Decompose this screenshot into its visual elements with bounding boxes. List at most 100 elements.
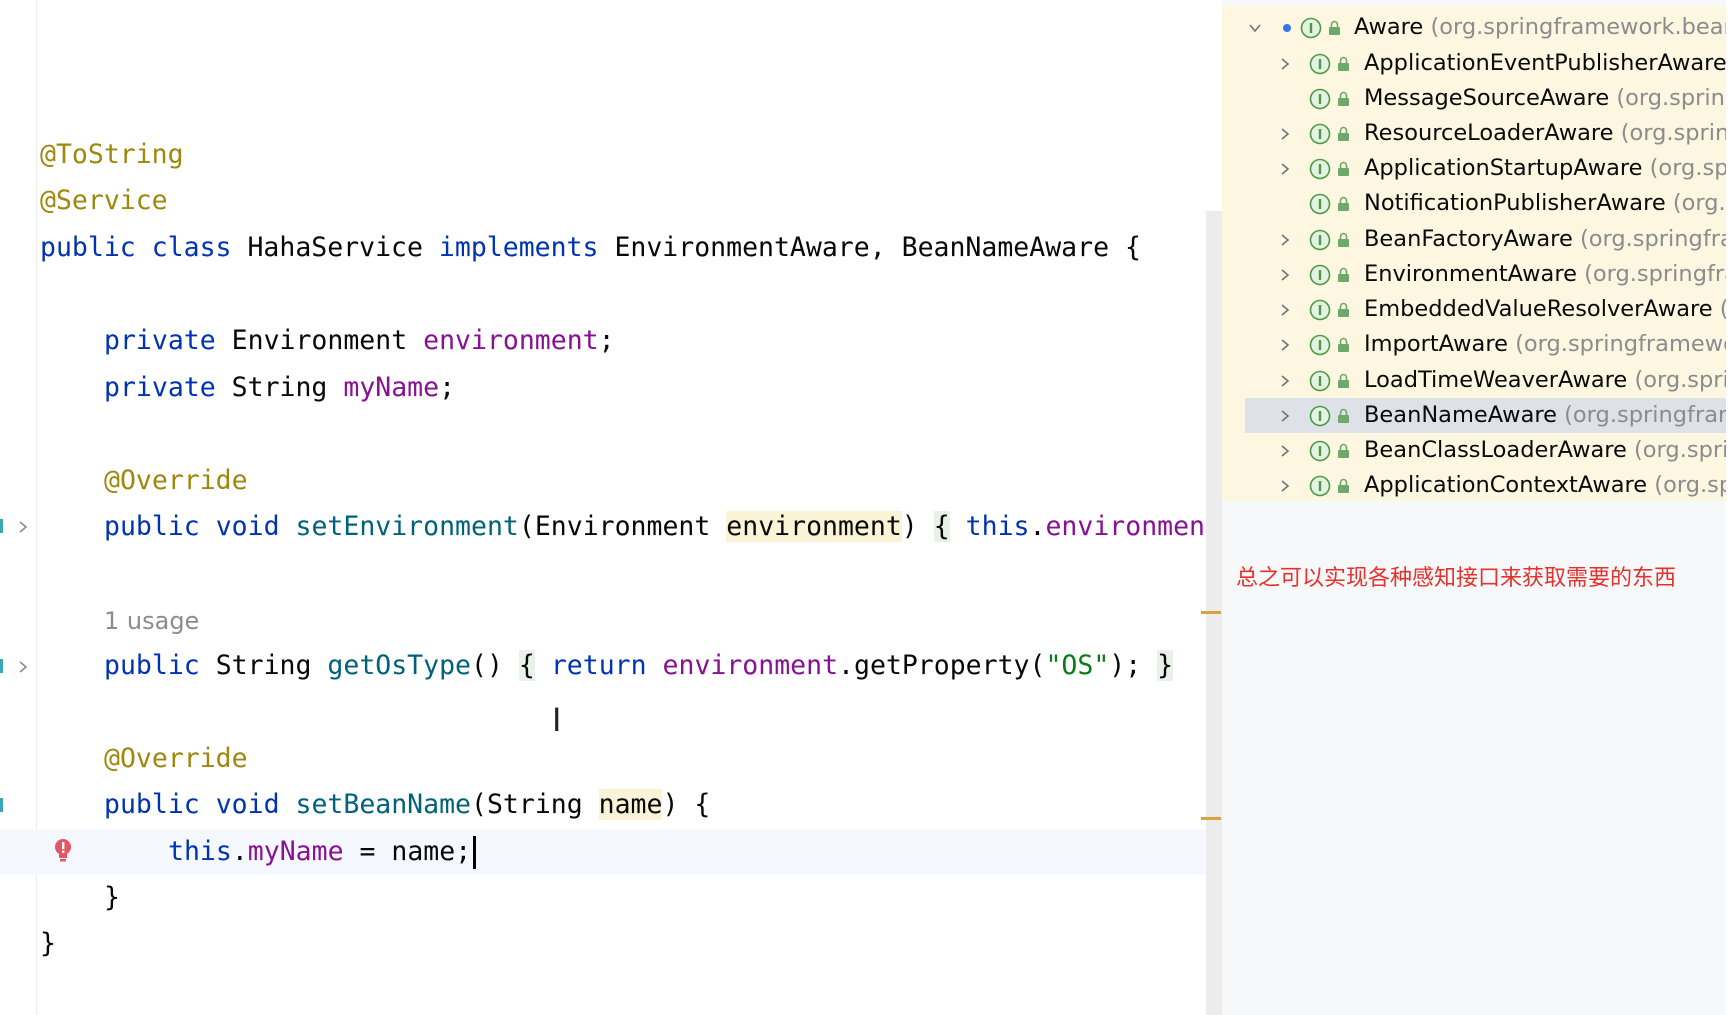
tree-node[interactable]: ApplicationContextAware (org.spi: [1222, 468, 1726, 503]
tree-node[interactable]: NotificationPublisherAware (org.s: [1222, 186, 1726, 221]
tree-node[interactable]: MessageSourceAware (org.spring: [1222, 81, 1726, 116]
chevron-right-icon[interactable]: [1278, 374, 1292, 388]
tree-node-name: ApplicationStartupAware: [1364, 155, 1643, 181]
chevron-right-icon[interactable]: [1278, 268, 1292, 282]
keyword: implements: [438, 232, 599, 263]
keyword: private: [104, 325, 216, 356]
chevron-right-icon[interactable]: [1278, 57, 1292, 71]
chevron-right-icon[interactable]: [16, 660, 30, 674]
type-name: String: [215, 650, 312, 681]
tree-node-selected[interactable]: BeanNameAware (org.springfram: [1245, 398, 1726, 433]
tree-node[interactable]: BeanClassLoaderAware (org.sprir: [1222, 433, 1726, 468]
tree-node-name: BeanClassLoaderAware: [1364, 437, 1627, 463]
tree-node-name: LoadTimeWeaverAware: [1364, 367, 1628, 393]
chevron-right-icon[interactable]: [16, 520, 30, 534]
chevron-right-icon[interactable]: [1278, 479, 1292, 493]
code-line-9[interactable]: @Override: [104, 736, 248, 782]
param-name: name: [598, 789, 663, 820]
bulb-error-icon[interactable]: [52, 838, 74, 864]
param-name: environment: [726, 511, 902, 542]
code-editor[interactable]: @ToString @Service public class HahaServ…: [0, 0, 1208, 1015]
code-line-1[interactable]: @ToString: [40, 132, 184, 178]
chevron-right-icon[interactable]: [1278, 127, 1292, 141]
tree-node-root[interactable]: Aware (org.springframework.bean: [1222, 10, 1726, 45]
usage-hint[interactable]: 1 usage: [104, 598, 199, 644]
interface-icon: [1309, 440, 1331, 462]
chevron-right-icon[interactable]: [1278, 338, 1292, 352]
lock-icon: [1338, 478, 1349, 493]
tree-node[interactable]: ApplicationEventPublisherAware (: [1222, 46, 1726, 81]
annotation-override: @Override: [104, 465, 248, 496]
code-line-2[interactable]: @Service: [40, 178, 168, 224]
annotation-service: @Service: [40, 185, 168, 216]
tree-node[interactable]: ResourceLoaderAware (org.spring: [1222, 116, 1726, 151]
code-line-6[interactable]: @Override: [104, 458, 248, 504]
type-name: Environment: [231, 325, 408, 356]
interface-icon: [1309, 53, 1331, 75]
tree-node-package: (org.spr: [1649, 155, 1726, 181]
tree-node-package: (org.springfra: [1584, 261, 1726, 287]
keyword: public: [104, 789, 200, 820]
code-line-12[interactable]: }: [104, 875, 120, 921]
tree-node[interactable]: ApplicationStartupAware (org.spr: [1222, 151, 1726, 186]
interface-icon: [1300, 17, 1322, 39]
keyword: void: [215, 511, 280, 542]
tree-node-name: Aware: [1354, 14, 1424, 40]
paren: (): [471, 650, 503, 681]
tree-node-package: (org.springframework.bean: [1430, 14, 1726, 40]
code-line-5[interactable]: private String myName;: [104, 365, 455, 411]
tree-node-package: (org.spring: [1620, 120, 1726, 146]
chevron-right-icon[interactable]: [1278, 233, 1292, 247]
tree-node-package: (org.spi: [1654, 472, 1726, 498]
error-stripe-marker[interactable]: [1201, 611, 1221, 614]
code-line-3[interactable]: public class HahaService implements Envi…: [40, 225, 1141, 271]
code-line-11[interactable]: this.myName = name;: [168, 829, 477, 875]
chevron-right-icon[interactable]: [1278, 409, 1292, 423]
tree-node[interactable]: EmbeddedValueResolverAware (c: [1222, 292, 1726, 327]
tree-node-name: ImportAware: [1364, 331, 1508, 357]
error-stripe-marker[interactable]: [1201, 817, 1221, 820]
type-hierarchy-panel: Aware (org.springframework.bean Applicat…: [1222, 0, 1734, 1015]
param-type: (String: [471, 789, 599, 820]
text-caret: [473, 836, 477, 869]
vcs-change-marker[interactable]: [0, 659, 3, 673]
lock-icon: [1338, 373, 1349, 388]
brace: }: [40, 928, 56, 959]
code-line-4[interactable]: private Environment environment;: [104, 318, 615, 364]
chevron-down-icon[interactable]: [1248, 21, 1262, 35]
field-name: myName: [343, 372, 440, 403]
tree-node[interactable]: ImportAware (org.springframewo: [1222, 327, 1726, 362]
chevron-right-icon[interactable]: [1278, 162, 1292, 176]
hierarchy-tree: Aware (org.springframework.bean Applicat…: [1222, 6, 1726, 501]
tree-node[interactable]: BeanFactoryAware (org.springfra: [1222, 222, 1726, 257]
chevron-right-icon[interactable]: [1278, 303, 1292, 317]
interface-icon: [1309, 264, 1331, 286]
lock-icon: [1338, 443, 1349, 458]
vcs-change-marker[interactable]: [0, 519, 3, 533]
chevron-right-icon[interactable]: [1278, 444, 1292, 458]
tree-node-name: EmbeddedValueResolverAware: [1364, 296, 1713, 322]
lock-icon: [1338, 302, 1349, 317]
code-line-8[interactable]: public String getOsType() { return envir…: [104, 643, 1174, 689]
interface-icon: [1309, 299, 1331, 321]
statement-end: );: [1109, 650, 1142, 681]
keyword: this: [965, 511, 1030, 542]
tree-node-name: BeanFactoryAware: [1364, 226, 1573, 252]
string-literal: "OS": [1045, 650, 1110, 681]
vcs-change-marker[interactable]: [0, 798, 3, 812]
brace: {: [933, 511, 950, 542]
keyword: class: [151, 232, 232, 263]
interface-icon: [1309, 334, 1331, 356]
tree-node[interactable]: EnvironmentAware (org.springfra: [1222, 257, 1726, 292]
interface-icon: [1309, 405, 1331, 427]
code-line-7[interactable]: public void setEnvironment(Environment e…: [104, 504, 1208, 550]
code-line-13[interactable]: }: [40, 921, 56, 967]
interface-icon: [1309, 193, 1331, 215]
annotation-tostring: @ToString: [40, 139, 184, 170]
keyword: public: [104, 511, 200, 542]
tree-node-name: EnvironmentAware: [1364, 261, 1577, 287]
code-line-10[interactable]: public void setBeanName(String name) {: [104, 782, 710, 828]
lock-icon: [1338, 337, 1349, 352]
tree-node-package: (org.sprir: [1634, 437, 1726, 463]
tree-node[interactable]: LoadTimeWeaverAware (org.sprir: [1222, 363, 1726, 398]
